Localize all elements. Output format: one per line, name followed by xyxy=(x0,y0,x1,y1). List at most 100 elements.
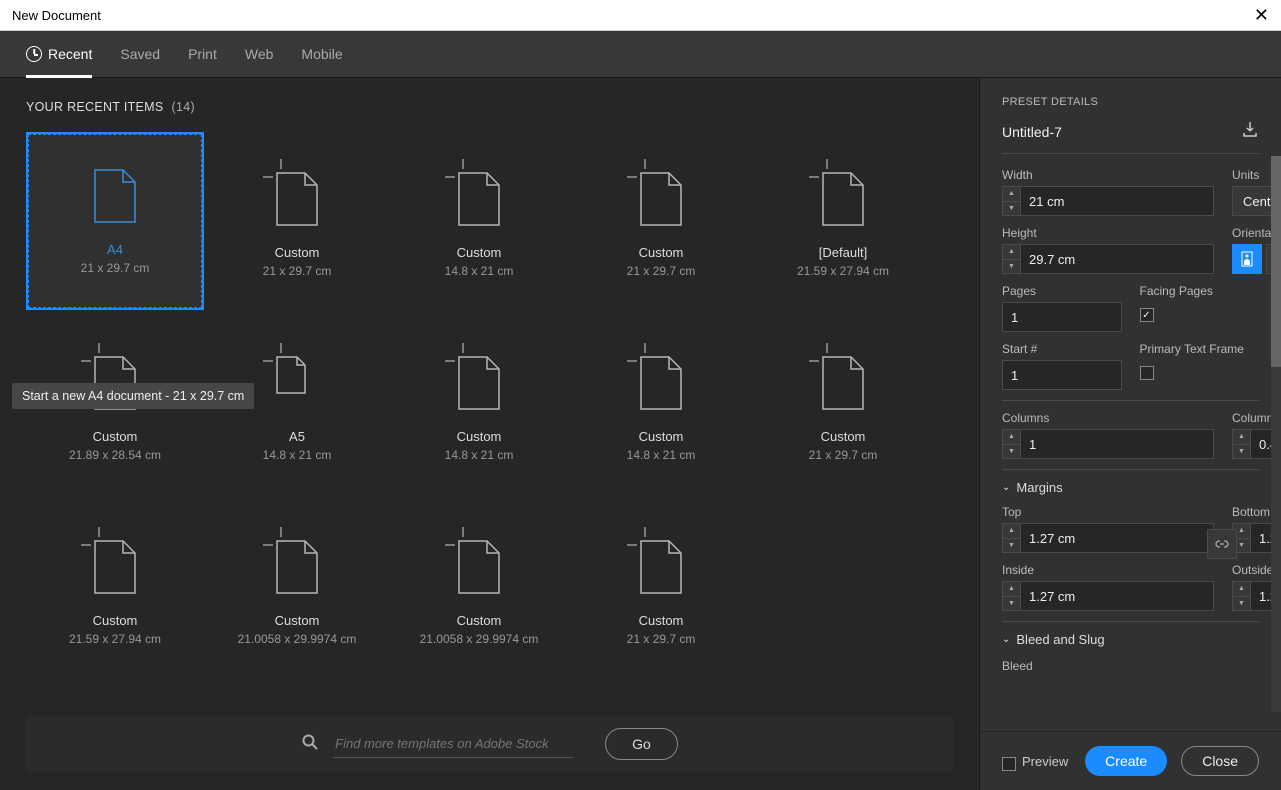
preset-card[interactable]: Custom 21 x 29.7 cm xyxy=(572,132,750,310)
orientation-portrait-button[interactable] xyxy=(1232,244,1262,274)
preset-name: Custom xyxy=(821,429,866,444)
pages-label: Pages xyxy=(1002,284,1122,298)
page-icon xyxy=(457,171,501,227)
page-icon xyxy=(457,539,501,595)
go-button[interactable]: Go xyxy=(605,728,678,760)
category-tabs: Recent Saved Print Web Mobile xyxy=(0,31,1281,78)
page-icon xyxy=(93,355,137,411)
search-bar: Go xyxy=(26,716,953,772)
clock-icon xyxy=(26,46,42,62)
page-icon xyxy=(93,168,137,224)
scrollbar[interactable] xyxy=(1271,156,1281,712)
page-icon xyxy=(639,171,683,227)
bleed-section-header[interactable]: ⌄ Bleed and Slug xyxy=(1002,632,1259,647)
preset-dimensions: 21.59 x 27.94 cm xyxy=(797,264,889,278)
tab-mobile[interactable]: Mobile xyxy=(301,31,342,78)
preset-card[interactable]: Custom 21 x 29.7 cm xyxy=(208,132,386,310)
window-title: New Document xyxy=(12,8,101,23)
height-input[interactable]: ▲▼ xyxy=(1002,244,1214,274)
preset-name: [Default] xyxy=(819,245,867,260)
preset-dimensions: 14.8 x 21 cm xyxy=(263,448,332,462)
width-input[interactable]: ▲▼ xyxy=(1002,186,1214,216)
tab-web[interactable]: Web xyxy=(245,31,274,78)
columns-label: Columns xyxy=(1002,411,1214,425)
preset-card[interactable]: A4 21 x 29.7 cm xyxy=(26,132,204,310)
tab-print[interactable]: Print xyxy=(188,31,217,78)
tab-saved[interactable]: Saved xyxy=(120,31,160,78)
preset-card[interactable]: Custom21.0058 x 29.9974 cm xyxy=(208,500,386,678)
recent-count: (14) xyxy=(172,100,195,114)
presets-grid: A4 21 x 29.7 cm Custom 21 x 29.7 cm Custom… xyxy=(26,132,953,678)
preset-card[interactable]: Custom 21 x 29.7 cm xyxy=(572,500,750,678)
create-button[interactable]: Create xyxy=(1085,746,1167,776)
preset-dimensions: 21 x 29.7 cm xyxy=(809,448,878,462)
facing-pages-checkbox[interactable] xyxy=(1140,308,1154,322)
document-name[interactable]: Untitled-7 xyxy=(1002,124,1062,140)
start-input[interactable] xyxy=(1002,360,1122,390)
preset-name: Custom xyxy=(639,429,684,444)
margin-top-input[interactable]: ▲▼ xyxy=(1002,523,1214,553)
preset-name: Custom xyxy=(93,429,138,444)
bleed-label: Bleed xyxy=(1002,659,1033,673)
preset-dimensions: 21 x 29.7 cm xyxy=(627,632,696,646)
preview-checkbox[interactable]: Preview xyxy=(1002,751,1068,771)
primary-frame-label: Primary Text Frame xyxy=(1140,342,1260,356)
preset-card[interactable]: Custom 21 x 29.7 cm xyxy=(754,316,932,494)
spinner-down[interactable]: ▼ xyxy=(1003,202,1020,216)
search-input[interactable] xyxy=(333,730,573,758)
preset-dimensions: 21.59 x 27.94 cm xyxy=(69,632,161,646)
pages-input[interactable] xyxy=(1002,302,1122,332)
preset-name: Custom xyxy=(457,613,502,628)
recent-header: YOUR RECENT ITEMS (14) xyxy=(26,100,953,114)
margin-inside-input[interactable]: ▲▼ xyxy=(1002,581,1214,611)
search-icon xyxy=(301,733,319,756)
preset-dimensions: 14.8 x 21 cm xyxy=(627,448,696,462)
preset-name: A4 xyxy=(107,242,123,257)
preset-dimensions: 21 x 29.7 cm xyxy=(263,264,332,278)
primary-frame-checkbox[interactable] xyxy=(1140,366,1154,380)
start-label: Start # xyxy=(1002,342,1122,356)
page-icon xyxy=(275,355,319,411)
titlebar: New Document ✕ xyxy=(0,0,1281,31)
preset-dimensions: 14.8 x 21 cm xyxy=(445,264,514,278)
preset-dimensions: 14.8 x 21 cm xyxy=(445,448,514,462)
details-footer: Preview Create Close xyxy=(980,731,1281,790)
preset-card[interactable]: Custom 14.8 x 21 cm xyxy=(390,316,568,494)
page-icon xyxy=(275,539,319,595)
preset-dimensions: 21.0058 x 29.9974 cm xyxy=(420,632,539,646)
preset-card[interactable]: Custom 21.0058 x 29.9974 cm xyxy=(390,500,568,678)
link-margins-button[interactable] xyxy=(1207,529,1237,559)
preset-card[interactable]: A5 14.8 x 21 cm xyxy=(208,316,386,494)
preset-card[interactable]: Custom 21.59 x 27.94 cm xyxy=(26,500,204,678)
preset-name: Custom xyxy=(275,245,320,260)
preset-dimensions: 21 x 29.7 cm xyxy=(627,264,696,278)
preset-name: Custom xyxy=(639,613,684,628)
preset-dimensions: 21 x 29.7 cm xyxy=(81,261,150,275)
presets-panel: YOUR RECENT ITEMS (14) A4 21 x 29.7 cm Cu… xyxy=(0,78,979,790)
preset-card[interactable]: [Default] 21.59 x 27.94 cm xyxy=(754,132,932,310)
spinner-up[interactable]: ▲ xyxy=(1003,187,1020,202)
close-button[interactable]: Close xyxy=(1181,746,1259,776)
chevron-down-icon: ⌄ xyxy=(1002,482,1010,493)
facing-pages-label: Facing Pages xyxy=(1140,284,1260,298)
preset-card[interactable]: Custom 14.8 x 21 cm xyxy=(390,132,568,310)
columns-input[interactable]: ▲▼ xyxy=(1002,429,1214,459)
preset-name: A5 xyxy=(289,429,305,444)
tab-recent[interactable]: Recent xyxy=(26,31,92,78)
page-icon xyxy=(275,171,319,227)
preset-name: Custom xyxy=(457,429,502,444)
preset-name: Custom xyxy=(639,245,684,260)
margins-header[interactable]: ⌄ Margins xyxy=(1002,480,1259,495)
page-icon xyxy=(639,355,683,411)
page-icon xyxy=(457,355,501,411)
save-preset-icon[interactable] xyxy=(1241,120,1259,143)
preset-name: Custom xyxy=(457,245,502,260)
close-icon[interactable]: ✕ xyxy=(1254,5,1269,26)
preset-name: Custom xyxy=(93,613,138,628)
details-header: PRESET DETAILS xyxy=(1002,96,1259,108)
preset-dimensions: 21.89 x 28.54 cm xyxy=(69,448,161,462)
recent-heading: YOUR RECENT ITEMS xyxy=(26,100,164,114)
page-icon xyxy=(93,539,137,595)
preset-card[interactable]: Custom 21.89 x 28.54 cm xyxy=(26,316,204,494)
preset-card[interactable]: Custom 14.8 x 21 cm xyxy=(572,316,750,494)
